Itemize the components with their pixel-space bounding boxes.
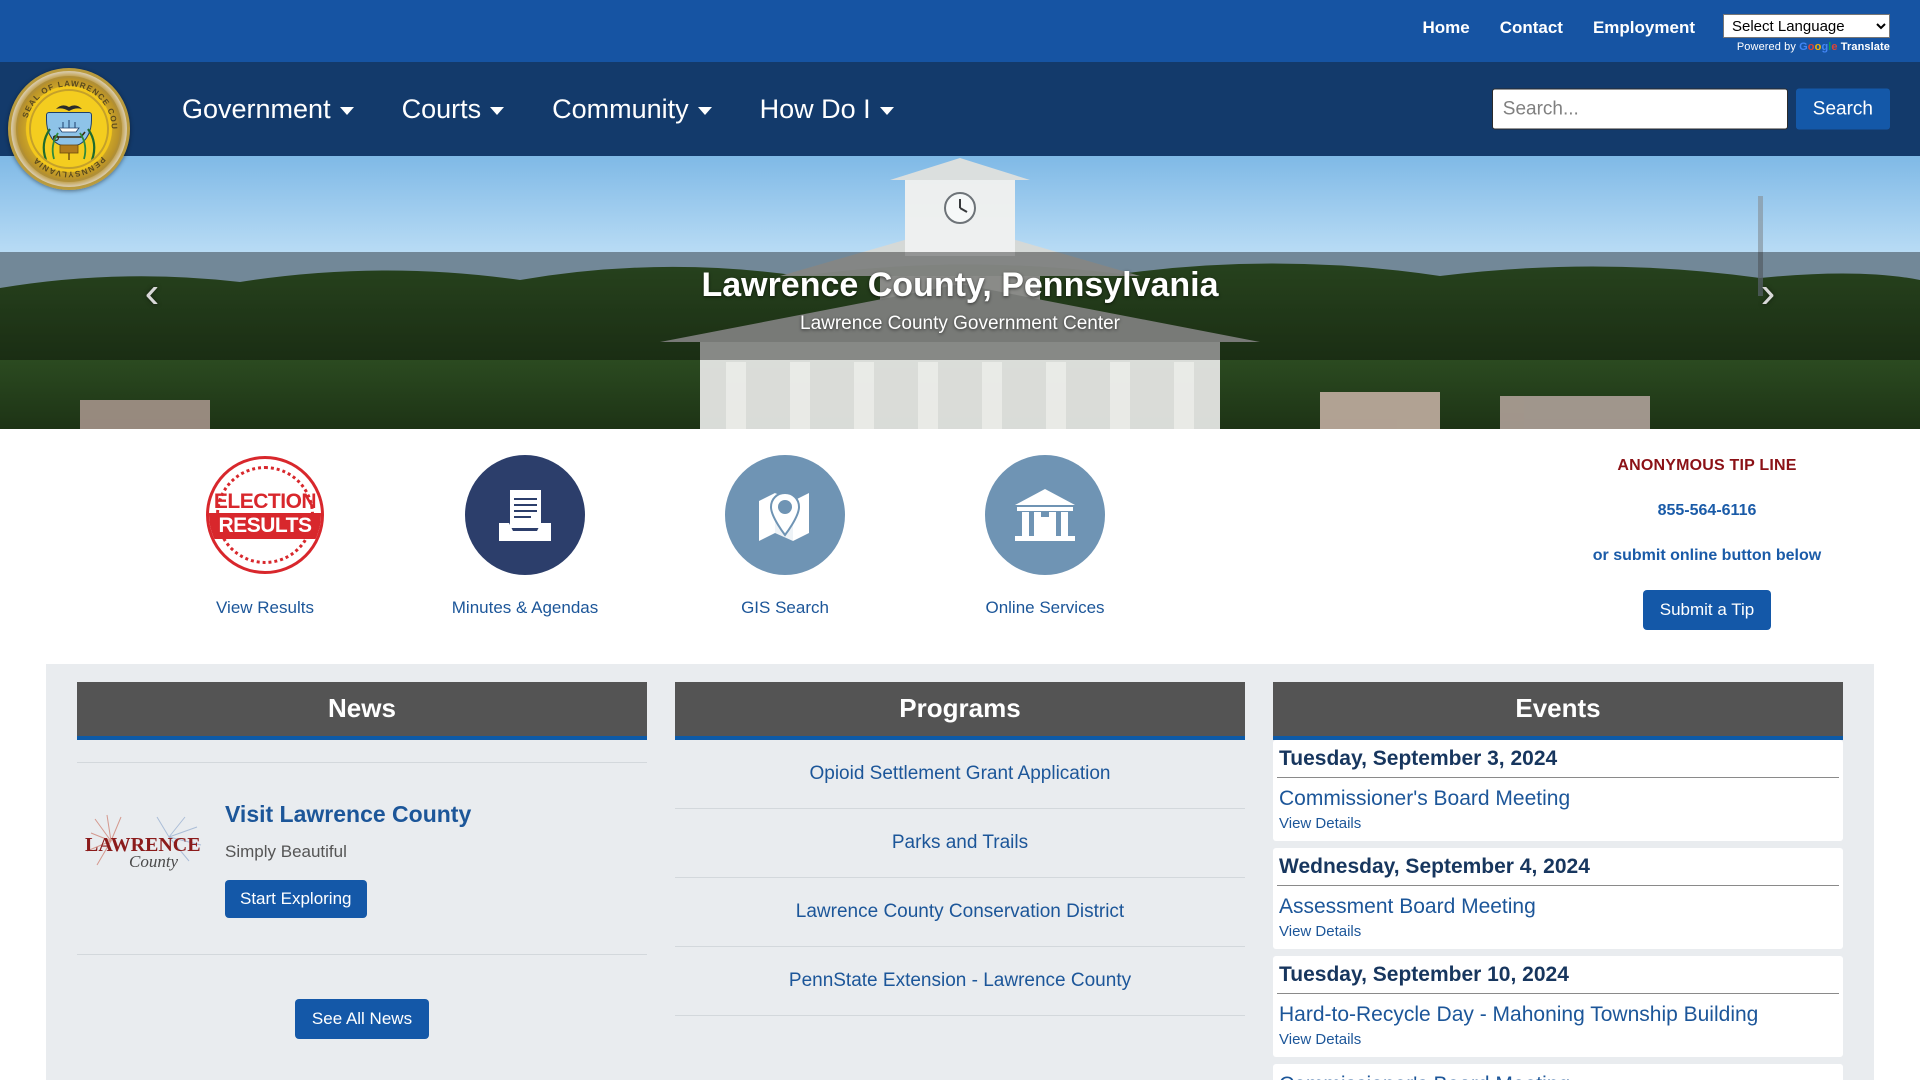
google-wordmark: Google [1799, 41, 1838, 53]
event-title[interactable]: Commissioner's Board Meeting [1275, 778, 1841, 811]
visit-lawrence-county-logo: LAWRENCE County [77, 811, 209, 873]
stamp-bottom-text: RESULTS [218, 514, 312, 537]
event-title[interactable]: Commissioner's Board Meeting [1275, 1064, 1841, 1080]
powered-by-label: Powered by [1736, 41, 1796, 53]
event-group: Commissioner's Board Meeting View Detail… [1273, 1064, 1843, 1080]
utility-bar: Home Contact Employment Select Language … [0, 0, 1920, 62]
news-item: LAWRENCE County Visit Lawrence County Si… [77, 763, 647, 918]
event-view-details-link[interactable]: View Details [1275, 919, 1841, 949]
search-button[interactable]: Search [1795, 88, 1890, 130]
tip-line-note: or submit online button below [1592, 547, 1822, 564]
election-results-stamp-icon: ELECTION RESULTS [205, 455, 325, 575]
google-translate-widget: Select Language Powered by Google Transl… [1723, 0, 1890, 53]
event-group: Tuesday, September 10, 2024 Hard-to-Recy… [1273, 956, 1843, 1057]
program-link-conservation-district[interactable]: Lawrence County Conservation District [675, 878, 1245, 947]
content-panels: News LAWRENCE County Visit Lawrence Coun… [46, 664, 1874, 1080]
svg-text:County: County [129, 852, 179, 871]
chevron-down-icon [879, 107, 894, 115]
quick-links-section: ELECTION RESULTS View Results Minutes & … [0, 429, 1920, 664]
see-all-news-button[interactable]: See All News [294, 999, 430, 1039]
carousel-prev-button[interactable]: ‹ [122, 263, 182, 323]
quicklink-online-services[interactable]: Online Services [956, 455, 1134, 618]
event-date: Tuesday, September 10, 2024 [1277, 956, 1839, 994]
program-link-pennstate-extension[interactable]: PennState Extension - Lawrence County [675, 947, 1245, 1016]
map-pin-icon [725, 455, 845, 575]
submit-a-tip-button[interactable]: Submit a Tip [1642, 590, 1772, 630]
translate-label: Translate [1840, 41, 1890, 53]
event-date: Tuesday, September 3, 2024 [1277, 740, 1839, 778]
quicklink-label-minutes-agendas: Minutes & Agendas [451, 598, 599, 617]
program-link-parks-and-trails[interactable]: Parks and Trails [675, 809, 1245, 878]
tip-line-phone[interactable]: 855-564-6116 [1524, 502, 1890, 520]
search-input[interactable] [1491, 88, 1788, 130]
hero-subtitle: Lawrence County Government Center [800, 313, 1120, 334]
quicklink-view-results[interactable]: ELECTION RESULTS View Results [176, 455, 354, 618]
nav-item-how-do-i-label: How Do I [759, 93, 871, 124]
nav-item-courts[interactable]: Courts [378, 86, 529, 133]
quicklink-minutes-agendas[interactable]: Minutes & Agendas [436, 455, 614, 618]
news-item-subtitle: Simply Beautiful [225, 842, 347, 861]
news-item-body: Visit Lawrence County Simply Beautiful S… [225, 797, 471, 918]
nav-item-government[interactable]: Government [158, 86, 378, 133]
news-item-title[interactable]: Visit Lawrence County [225, 801, 471, 828]
nav-item-community-label: Community [552, 93, 689, 124]
hero-title: Lawrence County, Pennsylvania [701, 266, 1219, 304]
programs-panel-heading: Programs [675, 682, 1245, 740]
nav-item-how-do-i[interactable]: How Do I [736, 86, 918, 133]
event-date: Wednesday, September 4, 2024 [1277, 848, 1839, 886]
nav-item-courts-label: Courts [401, 93, 482, 124]
nav-item-government-label: Government [182, 93, 331, 124]
carousel-next-button[interactable]: › [1738, 263, 1798, 323]
quicklink-label-view-results: View Results [216, 598, 314, 617]
chevron-down-icon [339, 107, 354, 115]
events-panel: Events Tuesday, September 3, 2024 Commis… [1273, 682, 1843, 1080]
utility-nav: Home Contact Employment [1422, 0, 1695, 38]
government-building-icon [985, 455, 1105, 575]
utility-link-home[interactable]: Home [1422, 18, 1469, 38]
events-panel-heading: Events [1273, 682, 1843, 740]
primary-nav-items: Government Courts Community How Do I [158, 86, 918, 133]
news-panel-heading: News [77, 682, 647, 740]
quick-links-list: ELECTION RESULTS View Results Minutes & … [176, 455, 1134, 618]
chevron-down-icon [697, 107, 712, 115]
powered-by-google-translate: Powered by Google Translate [1723, 41, 1890, 53]
event-view-details-link[interactable]: View Details [1275, 811, 1841, 841]
event-view-details-link[interactable]: View Details [1275, 1027, 1841, 1057]
event-title[interactable]: Hard-to-Recycle Day - Mahoning Township … [1275, 994, 1841, 1027]
tip-line-title: ANONYMOUS TIP LINE [1617, 457, 1797, 474]
utility-link-employment[interactable]: Employment [1593, 18, 1695, 38]
utility-link-contact[interactable]: Contact [1500, 18, 1563, 38]
seal-inner-disc [29, 89, 109, 169]
county-seal-logo[interactable]: SEAL OF LAWRENCE COUNTY PENNSYLVANIA [8, 68, 130, 190]
event-title[interactable]: Assessment Board Meeting [1275, 886, 1841, 919]
news-panel: News LAWRENCE County Visit Lawrence Coun… [77, 682, 647, 1080]
stamp-top-text: ELECTION [213, 490, 317, 513]
event-group: Wednesday, September 4, 2024 Assessment … [1273, 848, 1843, 949]
event-group: Tuesday, September 3, 2024 Commissioner'… [1273, 740, 1843, 841]
site-search: Search [1491, 88, 1890, 130]
nav-item-community[interactable]: Community [528, 86, 736, 133]
quicklink-gis-search[interactable]: GIS Search [696, 455, 874, 618]
programs-panel: Programs Opioid Settlement Grant Applica… [675, 682, 1245, 1080]
news-footer: See All News [77, 954, 647, 1039]
quicklink-label-online-services: Online Services [985, 598, 1105, 617]
start-exploring-button[interactable]: Start Exploring [225, 880, 367, 918]
anonymous-tip-line-panel: ANONYMOUS TIP LINE 855-564-6116 or submi… [1524, 457, 1890, 630]
document-inbox-icon [465, 455, 585, 575]
language-select[interactable]: Select Language [1723, 14, 1890, 38]
main-navigation-bar: SEAL OF LAWRENCE COUNTY PENNSYLVANIA [0, 62, 1920, 190]
quicklink-label-gis-search: GIS Search [741, 598, 829, 617]
wheat-sheaf-icon [42, 128, 96, 161]
program-link-opioid-settlement[interactable]: Opioid Settlement Grant Application [675, 740, 1245, 809]
chevron-down-icon [490, 107, 505, 115]
